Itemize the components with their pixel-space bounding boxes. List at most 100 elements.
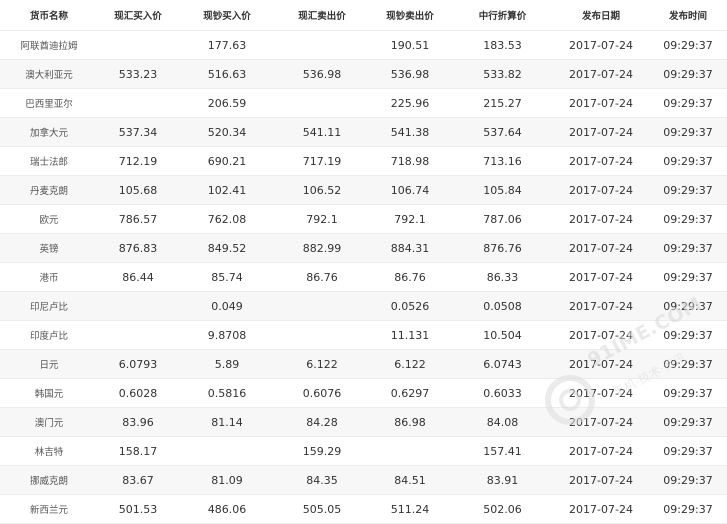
- cell-spot-sell: 86.76: [276, 262, 368, 292]
- cell-publish-time: 09:29:37: [649, 378, 727, 408]
- cell-publish-date: 2017-07-24: [553, 494, 649, 524]
- cell-spot-sell: 84.28: [276, 407, 368, 437]
- cell-spot-buy: 83.67: [98, 465, 178, 495]
- cell-cash-buy: 516.63: [178, 59, 276, 89]
- cell-cash-sell: 190.51: [368, 30, 452, 60]
- table-header-row: 货币名称 现汇买入价 现钞买入价 现汇卖出价 现钞卖出价 中行折算价 发布日期 …: [0, 0, 727, 31]
- cell-publish-date: 2017-07-24: [553, 465, 649, 495]
- table-row: 阿联酋迪拉姆 177.63 190.51 183.53 2017-07-24 09:29:…: [0, 30, 727, 60]
- cell-currency-name: 英镑: [0, 233, 98, 263]
- cell-spot-buy: 712.19: [98, 146, 178, 176]
- cell-cash-sell: 106.74: [368, 175, 452, 205]
- cell-cash-sell: 0.6297: [368, 378, 452, 408]
- cell-cash-sell: 84.51: [368, 465, 452, 495]
- cell-publish-date: 2017-07-24: [553, 233, 649, 263]
- cell-boc-rate: 6.0743: [452, 349, 553, 379]
- cell-publish-time: 09:29:37: [649, 494, 727, 524]
- table-row: 新西兰元 501.53 486.06 505.05 511.24 502.06 2017-0…: [0, 494, 727, 524]
- header-spot-buy: 现汇买入价: [98, 0, 178, 31]
- table-body: 阿联酋迪拉姆 177.63 190.51 183.53 2017-07-24 09:29:…: [0, 30, 727, 524]
- header-currency-name: 货币名称: [0, 0, 98, 31]
- cell-spot-sell: 159.29: [276, 436, 368, 466]
- cell-publish-time: 09:29:37: [649, 291, 727, 321]
- cell-boc-rate: 0.6033: [452, 378, 553, 408]
- cell-cash-buy: 762.08: [178, 204, 276, 234]
- table-row: 港币 86.44 85.74 86.76 86.76 86.33 2017-07-24 09:…: [0, 262, 727, 292]
- cell-cash-sell: 86.76: [368, 262, 452, 292]
- cell-currency-name: 丹麦克朗: [0, 175, 98, 205]
- cell-publish-date: 2017-07-24: [553, 204, 649, 234]
- cell-spot-sell: 536.98: [276, 59, 368, 89]
- cell-spot-sell: [276, 291, 368, 321]
- cell-cash-buy: 690.21: [178, 146, 276, 176]
- cell-currency-name: 港币: [0, 262, 98, 292]
- header-cash-buy: 现钞买入价: [178, 0, 276, 31]
- cell-currency-name: 韩国元: [0, 378, 98, 408]
- cell-publish-time: 09:29:37: [649, 233, 727, 263]
- cell-cash-sell: 511.24: [368, 494, 452, 524]
- cell-currency-name: 欧元: [0, 204, 98, 234]
- cell-spot-sell: [276, 320, 368, 350]
- cell-publish-date: 2017-07-24: [553, 30, 649, 60]
- cell-spot-sell: [276, 88, 368, 118]
- header-cash-sell: 现钞卖出价: [368, 0, 452, 31]
- cell-cash-sell: 884.31: [368, 233, 452, 263]
- cell-spot-sell: 106.52: [276, 175, 368, 205]
- cell-cash-buy: 520.34: [178, 117, 276, 147]
- cell-publish-date: 2017-07-24: [553, 378, 649, 408]
- cell-boc-rate: 183.53: [452, 30, 553, 60]
- table-row: 澳大利亚元 533.23 516.63 536.98 536.98 533.82 2017-…: [0, 59, 727, 89]
- cell-boc-rate: 84.08: [452, 407, 553, 437]
- cell-publish-time: 09:29:37: [649, 204, 727, 234]
- cell-currency-name: 巴西里亚尔: [0, 88, 98, 118]
- cell-boc-rate: 105.84: [452, 175, 553, 205]
- cell-publish-time: 09:29:37: [649, 407, 727, 437]
- cell-cash-sell: 541.38: [368, 117, 452, 147]
- cell-publish-date: 2017-07-24: [553, 117, 649, 147]
- cell-currency-name: 印度卢比: [0, 320, 98, 350]
- cell-spot-sell: 541.11: [276, 117, 368, 147]
- table-row: 澳门元 83.96 81.14 84.28 86.98 84.08 2017-07-24 09…: [0, 407, 727, 437]
- cell-spot-buy: 876.83: [98, 233, 178, 263]
- cell-boc-rate: 876.76: [452, 233, 553, 263]
- cell-cash-buy: 177.63: [178, 30, 276, 60]
- cell-publish-time: 09:29:37: [649, 117, 727, 147]
- cell-publish-time: 09:29:37: [649, 59, 727, 89]
- cell-currency-name: 澳门元: [0, 407, 98, 437]
- cell-publish-date: 2017-07-24: [553, 349, 649, 379]
- cell-currency-name: 澳大利亚元: [0, 59, 98, 89]
- cell-cash-buy: 81.09: [178, 465, 276, 495]
- cell-spot-sell: 717.19: [276, 146, 368, 176]
- cell-currency-name: 林吉特: [0, 436, 98, 466]
- cell-spot-buy: [98, 320, 178, 350]
- cell-cash-sell: 86.98: [368, 407, 452, 437]
- cell-cash-buy: 206.59: [178, 88, 276, 118]
- cell-cash-buy: 0.5816: [178, 378, 276, 408]
- header-publish-date: 发布日期: [553, 0, 649, 31]
- cell-publish-time: 09:29:37: [649, 175, 727, 205]
- cell-cash-sell: 6.122: [368, 349, 452, 379]
- cell-spot-buy: 86.44: [98, 262, 178, 292]
- table-row: 英镑 876.83 849.52 882.99 884.31 876.76 2017-07-…: [0, 233, 727, 263]
- cell-publish-time: 09:29:37: [649, 146, 727, 176]
- cell-spot-sell: 84.35: [276, 465, 368, 495]
- cell-boc-rate: 157.41: [452, 436, 553, 466]
- cell-currency-name: 日元: [0, 349, 98, 379]
- table-row: 加拿大元 537.34 520.34 541.11 541.38 537.64 2017-0…: [0, 117, 727, 147]
- cell-boc-rate: 10.504: [452, 320, 553, 350]
- cell-cash-buy: 0.049: [178, 291, 276, 321]
- cell-cash-sell: 0.0526: [368, 291, 452, 321]
- cell-publish-time: 09:29:37: [649, 436, 727, 466]
- cell-currency-name: 新西兰元: [0, 494, 98, 524]
- cell-spot-sell: [276, 30, 368, 60]
- cell-spot-buy: [98, 30, 178, 60]
- cell-cash-sell: 718.98: [368, 146, 452, 176]
- cell-cash-sell: 225.96: [368, 88, 452, 118]
- cell-spot-buy: 786.57: [98, 204, 178, 234]
- cell-spot-buy: 537.34: [98, 117, 178, 147]
- cell-publish-date: 2017-07-24: [553, 146, 649, 176]
- cell-spot-buy: 0.6028: [98, 378, 178, 408]
- cell-cash-buy: 5.89: [178, 349, 276, 379]
- cell-spot-sell: 6.122: [276, 349, 368, 379]
- table-row: 瑞士法郎 712.19 690.21 717.19 718.98 713.16 2017-0…: [0, 146, 727, 176]
